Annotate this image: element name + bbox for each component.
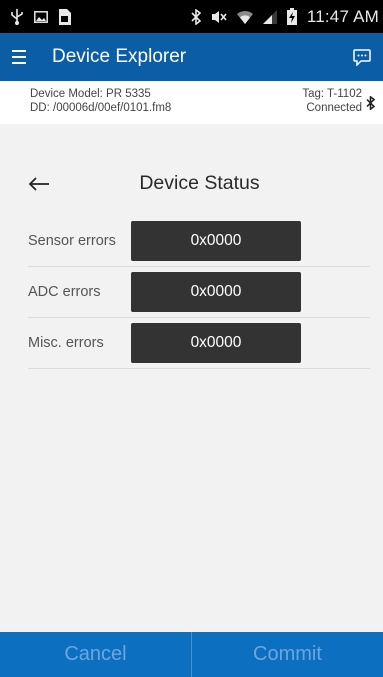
signal-icon <box>262 9 277 24</box>
page-header: Device Status <box>0 168 383 200</box>
status-time: 11:47 AM <box>306 6 379 26</box>
row-label: Sensor errors <box>28 233 116 249</box>
status-row-misc-errors: Misc. errors 0x0000 <box>28 318 370 369</box>
row-value: 0x0000 <box>131 272 301 312</box>
usb-icon <box>10 8 24 25</box>
sim-icon <box>58 8 71 25</box>
status-rows: Sensor errors 0x0000 ADC errors 0x0000 M… <box>28 216 370 369</box>
back-arrow-icon[interactable] <box>28 174 50 194</box>
bottom-action-bar: Cancel Commit <box>0 632 383 677</box>
bluetooth-icon <box>191 8 201 25</box>
page-title: Device Status <box>139 172 260 194</box>
status-bar-right: 11:47 AM <box>191 7 379 27</box>
mute-icon <box>211 10 227 24</box>
commit-button[interactable]: Commit <box>192 632 383 677</box>
main-content: Device Status Sensor errors 0x0000 ADC e… <box>0 124 383 632</box>
chat-icon[interactable] <box>351 46 373 68</box>
device-info-header: Device Model: PR 5335 DD: /00006d/00ef/0… <box>0 81 383 124</box>
status-row-sensor-errors: Sensor errors 0x0000 <box>28 216 370 267</box>
bluetooth-connected-icon <box>366 95 376 113</box>
battery-charging-icon <box>286 8 297 25</box>
row-label: Misc. errors <box>28 335 104 351</box>
row-label: ADC errors <box>28 284 101 300</box>
connection-status: Connected <box>306 102 362 114</box>
wifi-icon <box>236 10 253 24</box>
device-tag: Tag: T-1102 <box>302 88 362 100</box>
app-title: Device Explorer <box>52 46 187 67</box>
app-bar: Device Explorer <box>0 33 383 81</box>
row-value: 0x0000 <box>131 221 301 261</box>
status-bar-left <box>10 8 71 25</box>
device-model: Device Model: PR 5335 <box>30 88 151 100</box>
screen: 11:47 AM Device Explorer Device Model: P… <box>0 0 383 677</box>
status-bar: 11:47 AM <box>0 0 383 33</box>
row-value: 0x0000 <box>131 323 301 363</box>
cancel-button[interactable]: Cancel <box>0 632 191 677</box>
device-info-right: Tag: T-1102 Connected <box>302 87 376 124</box>
status-row-adc-errors: ADC errors 0x0000 <box>28 267 370 318</box>
image-icon <box>34 10 48 23</box>
device-dd-path: DD: /00006d/00ef/0101.fm8 <box>30 102 172 114</box>
device-info-left: Device Model: PR 5335 DD: /00006d/00ef/0… <box>30 87 171 124</box>
hamburger-menu-icon[interactable] <box>12 46 34 68</box>
